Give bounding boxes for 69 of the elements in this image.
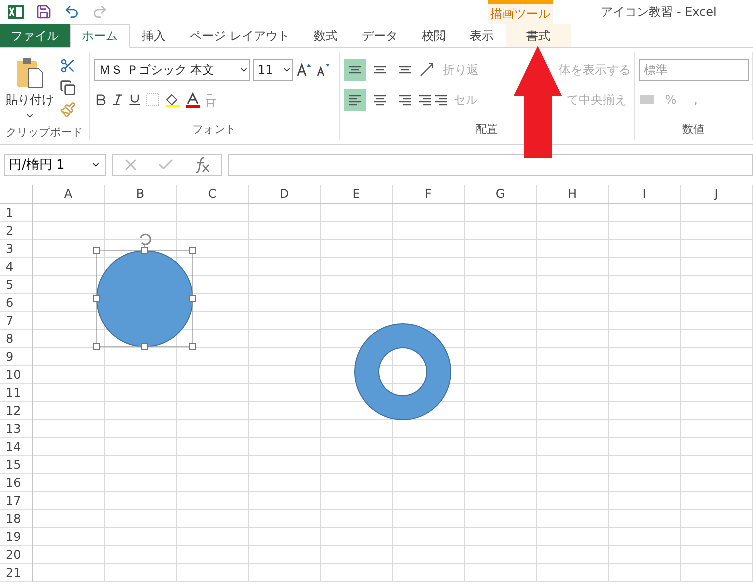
copy-icon[interactable] bbox=[60, 80, 76, 96]
row-header[interactable]: 18 bbox=[0, 510, 32, 528]
font-color-icon[interactable] bbox=[185, 92, 201, 108]
align-lines-icon bbox=[398, 66, 412, 74]
row-header[interactable]: 16 bbox=[0, 474, 32, 492]
row-header[interactable]: 3 bbox=[0, 240, 32, 258]
donut-shape[interactable] bbox=[354, 323, 452, 421]
align-lines-icon bbox=[374, 66, 386, 74]
shrink-font-icon[interactable] bbox=[315, 62, 331, 78]
group-label: クリップボード bbox=[5, 125, 84, 140]
ribbon-tab[interactable]: ファイル bbox=[0, 24, 70, 47]
row-header[interactable]: 9 bbox=[0, 348, 32, 366]
row-header[interactable]: 8 bbox=[0, 330, 32, 348]
row-header[interactable]: 6 bbox=[0, 294, 32, 312]
group-label: フォント bbox=[192, 122, 238, 138]
cut-icon[interactable] bbox=[60, 58, 76, 74]
undo-icon[interactable] bbox=[64, 4, 80, 20]
fill-color-icon[interactable] bbox=[164, 92, 182, 108]
clipboard-icon bbox=[15, 56, 45, 90]
bold-icon[interactable] bbox=[94, 93, 108, 107]
group-label: 数値 bbox=[682, 122, 706, 138]
align-left-button[interactable] bbox=[344, 89, 366, 111]
group-label: 配置 bbox=[475, 122, 499, 138]
underline-icon[interactable] bbox=[128, 93, 142, 107]
row-header[interactable]: 14 bbox=[0, 438, 32, 456]
column-header[interactable]: H bbox=[537, 185, 609, 203]
column-header[interactable]: I bbox=[609, 185, 681, 203]
contextual-tab-group: 描画ツール bbox=[488, 0, 553, 24]
window-title: アイコン教習 - Excel bbox=[600, 4, 718, 20]
row-header[interactable]: 2 bbox=[0, 222, 32, 240]
save-icon[interactable] bbox=[36, 4, 52, 20]
row-header[interactable]: 20 bbox=[0, 546, 32, 564]
column-header[interactable]: E bbox=[321, 185, 393, 203]
row-header[interactable]: 19 bbox=[0, 528, 32, 546]
column-header[interactable]: C bbox=[177, 185, 249, 203]
row-header[interactable]: 11 bbox=[0, 384, 32, 402]
row-header[interactable]: 12 bbox=[0, 402, 32, 420]
row-header[interactable]: 4 bbox=[0, 258, 32, 276]
row-header[interactable]: 5 bbox=[0, 276, 32, 294]
increase-indent-icon[interactable] bbox=[435, 94, 448, 106]
ribbon-tab[interactable]: ホーム bbox=[70, 24, 130, 48]
circle-shape[interactable] bbox=[96, 233, 194, 349]
column-header[interactable]: B bbox=[105, 185, 177, 203]
row-header[interactable]: 7 bbox=[0, 312, 32, 330]
align-lines-icon bbox=[398, 94, 412, 106]
ribbon-tab[interactable]: 書式 bbox=[506, 24, 571, 47]
excel-logo-icon[interactable] bbox=[8, 4, 24, 20]
decrease-indent-icon[interactable] bbox=[419, 94, 432, 106]
row-header[interactable]: 17 bbox=[0, 492, 32, 510]
column-header[interactable]: D bbox=[249, 185, 321, 203]
align-top-button[interactable] bbox=[344, 59, 366, 81]
grow-font-icon[interactable] bbox=[296, 62, 312, 78]
row-header[interactable]: 15 bbox=[0, 456, 32, 474]
column-header[interactable]: A bbox=[33, 185, 105, 203]
align-lines-icon bbox=[348, 66, 362, 74]
column-header[interactable]: J bbox=[681, 185, 753, 203]
row-header[interactable]: 13 bbox=[0, 420, 32, 438]
align-lines-icon bbox=[348, 94, 362, 106]
row-header[interactable]: 10 bbox=[0, 366, 32, 384]
font-size-field[interactable]: 11 bbox=[253, 59, 293, 81]
align-lines-icon bbox=[374, 94, 386, 106]
column-header[interactable]: G bbox=[465, 185, 537, 203]
name-box[interactable]: 円/楕円 1 bbox=[4, 154, 106, 176]
row-header[interactable]: 1 bbox=[0, 204, 32, 222]
column-header[interactable]: F bbox=[393, 185, 465, 203]
row-header[interactable]: 21 bbox=[0, 564, 32, 582]
italic-icon[interactable] bbox=[111, 93, 125, 107]
paste-button[interactable]: 貼り付け bbox=[4, 52, 56, 125]
font-name-field[interactable]: ＭＳ Ｐゴシック 本文 bbox=[94, 59, 250, 81]
